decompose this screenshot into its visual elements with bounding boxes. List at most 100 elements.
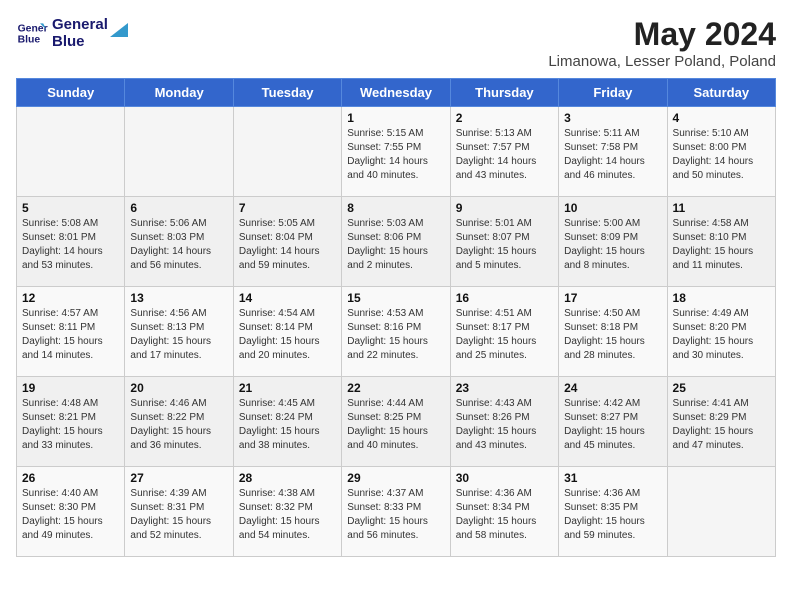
title-area: May 2024 Limanowa, Lesser Poland, Poland — [548, 16, 776, 70]
day-sun-info: Sunrise: 4:43 AMSunset: 8:26 PMDaylight:… — [456, 397, 553, 453]
day-number: 21 — [239, 381, 336, 395]
calendar-cell — [17, 107, 125, 197]
day-sun-info: Sunrise: 4:49 AMSunset: 8:20 PMDaylight:… — [673, 307, 770, 363]
day-sun-info: Sunrise: 4:46 AMSunset: 8:22 PMDaylight:… — [130, 397, 227, 453]
calendar-cell: 14 Sunrise: 4:54 AMSunset: 8:14 PMDayligh… — [233, 287, 341, 377]
day-number: 4 — [673, 111, 770, 125]
day-sun-info: Sunrise: 4:37 AMSunset: 8:33 PMDaylight:… — [347, 487, 444, 543]
day-number: 10 — [564, 201, 661, 215]
calendar-cell: 4 Sunrise: 5:10 AMSunset: 8:00 PMDaylight… — [667, 107, 775, 197]
logo-triangle-icon — [108, 17, 130, 39]
weekday-header-wednesday: Wednesday — [342, 79, 450, 107]
week-row-5: 26Sunrise: 4:40 AMSunset: 8:30 PMDayligh… — [17, 467, 776, 557]
day-sun-info: Sunrise: 4:57 AMSunset: 8:11 PMDaylight:… — [22, 307, 119, 363]
logo-general: General — [52, 16, 108, 33]
weekday-header-row: SundayMondayTuesdayWednesdayThursdayFrid… — [17, 79, 776, 107]
calendar-cell: 27Sunrise: 4:39 AMSunset: 8:31 PMDayligh… — [125, 467, 233, 557]
week-row-2: 5 Sunrise: 5:08 AMSunset: 8:01 PMDaylight… — [17, 197, 776, 287]
calendar-cell: 2 Sunrise: 5:13 AMSunset: 7:57 PMDaylight… — [450, 107, 558, 197]
day-number: 11 — [673, 201, 770, 215]
logo: General Blue General Blue — [16, 16, 130, 51]
day-number: 22 — [347, 381, 444, 395]
day-sun-info: Sunrise: 4:56 AMSunset: 8:13 PMDaylight:… — [130, 307, 227, 363]
day-sun-info: Sunrise: 4:45 AMSunset: 8:24 PMDaylight:… — [239, 397, 336, 453]
calendar-cell: 9Sunrise: 5:01 AMSunset: 8:07 PMDaylight… — [450, 197, 558, 287]
calendar-cell: 31Sunrise: 4:36 AMSunset: 8:35 PMDayligh… — [559, 467, 667, 557]
day-number: 27 — [130, 471, 227, 485]
day-sun-info: Sunrise: 5:05 AMSunset: 8:04 PMDaylight:… — [239, 217, 336, 273]
calendar-cell: 16 Sunrise: 4:51 AMSunset: 8:17 PMDayligh… — [450, 287, 558, 377]
day-number: 3 — [564, 111, 661, 125]
week-row-3: 12 Sunrise: 4:57 AMSunset: 8:11 PMDayligh… — [17, 287, 776, 377]
calendar-cell: 6Sunrise: 5:06 AMSunset: 8:03 PMDaylight… — [125, 197, 233, 287]
day-sun-info: Sunrise: 5:10 AMSunset: 8:00 PMDaylight:… — [673, 127, 770, 183]
day-number: 17 — [564, 291, 661, 305]
day-sun-info: Sunrise: 5:13 AMSunset: 7:57 PMDaylight:… — [456, 127, 553, 183]
day-sun-info: Sunrise: 4:53 AMSunset: 8:16 PMDaylight:… — [347, 307, 444, 363]
day-number: 6 — [130, 201, 227, 215]
calendar-cell: 13 Sunrise: 4:56 AMSunset: 8:13 PMDayligh… — [125, 287, 233, 377]
calendar-cell: 21 Sunrise: 4:45 AMSunset: 8:24 PMDayligh… — [233, 377, 341, 467]
day-number: 24 — [564, 381, 661, 395]
calendar-cell: 10Sunrise: 5:00 AMSunset: 8:09 PMDayligh… — [559, 197, 667, 287]
day-number: 16 — [456, 291, 553, 305]
day-sun-info: Sunrise: 4:44 AMSunset: 8:25 PMDaylight:… — [347, 397, 444, 453]
day-number: 1 — [347, 111, 444, 125]
weekday-header-monday: Monday — [125, 79, 233, 107]
calendar-cell: 17 Sunrise: 4:50 AMSunset: 8:18 PMDayligh… — [559, 287, 667, 377]
calendar-cell: 11 Sunrise: 4:58 AMSunset: 8:10 PMDayligh… — [667, 197, 775, 287]
day-number: 30 — [456, 471, 553, 485]
calendar-cell: 5 Sunrise: 5:08 AMSunset: 8:01 PMDaylight… — [17, 197, 125, 287]
day-number: 25 — [673, 381, 770, 395]
calendar-table: SundayMondayTuesdayWednesdayThursdayFrid… — [16, 78, 776, 557]
day-sun-info: Sunrise: 4:50 AMSunset: 8:18 PMDaylight:… — [564, 307, 661, 363]
day-sun-info: Sunrise: 5:01 AMSunset: 8:07 PMDaylight:… — [456, 217, 553, 273]
calendar-cell: 18 Sunrise: 4:49 AMSunset: 8:20 PMDayligh… — [667, 287, 775, 377]
weekday-header-thursday: Thursday — [450, 79, 558, 107]
svg-text:Blue: Blue — [18, 35, 41, 46]
calendar-cell: 23 Sunrise: 4:43 AMSunset: 8:26 PMDayligh… — [450, 377, 558, 467]
day-sun-info: Sunrise: 4:42 AMSunset: 8:27 PMDaylight:… — [564, 397, 661, 453]
calendar-cell: 19Sunrise: 4:48 AMSunset: 8:21 PMDayligh… — [17, 377, 125, 467]
day-sun-info: Sunrise: 4:58 AMSunset: 8:10 PMDaylight:… — [673, 217, 770, 273]
day-number: 29 — [347, 471, 444, 485]
day-number: 14 — [239, 291, 336, 305]
weekday-header-saturday: Saturday — [667, 79, 775, 107]
calendar-header: SundayMondayTuesdayWednesdayThursdayFrid… — [17, 79, 776, 107]
day-sun-info: Sunrise: 4:41 AMSunset: 8:29 PMDaylight:… — [673, 397, 770, 453]
calendar-cell — [233, 107, 341, 197]
calendar-cell: 30 Sunrise: 4:36 AMSunset: 8:34 PMDayligh… — [450, 467, 558, 557]
day-number: 12 — [22, 291, 119, 305]
day-number: 31 — [564, 471, 661, 485]
calendar-cell: 1 Sunrise: 5:15 AMSunset: 7:55 PMDaylight… — [342, 107, 450, 197]
week-row-4: 19Sunrise: 4:48 AMSunset: 8:21 PMDayligh… — [17, 377, 776, 467]
day-number: 13 — [130, 291, 227, 305]
calendar-cell: 29 Sunrise: 4:37 AMSunset: 8:33 PMDayligh… — [342, 467, 450, 557]
calendar-cell: 22 Sunrise: 4:44 AMSunset: 8:25 PMDayligh… — [342, 377, 450, 467]
day-number: 2 — [456, 111, 553, 125]
day-sun-info: Sunrise: 5:11 AMSunset: 7:58 PMDaylight:… — [564, 127, 661, 183]
day-number: 18 — [673, 291, 770, 305]
day-sun-info: Sunrise: 4:51 AMSunset: 8:17 PMDaylight:… — [456, 307, 553, 363]
calendar-cell — [125, 107, 233, 197]
logo-icon: General Blue — [16, 17, 48, 49]
weekday-header-tuesday: Tuesday — [233, 79, 341, 107]
day-sun-info: Sunrise: 5:08 AMSunset: 8:01 PMDaylight:… — [22, 217, 119, 273]
day-sun-info: Sunrise: 4:40 AMSunset: 8:30 PMDaylight:… — [22, 487, 119, 543]
calendar-cell: 8Sunrise: 5:03 AMSunset: 8:06 PMDaylight… — [342, 197, 450, 287]
day-sun-info: Sunrise: 5:15 AMSunset: 7:55 PMDaylight:… — [347, 127, 444, 183]
calendar-cell — [667, 467, 775, 557]
day-number: 28 — [239, 471, 336, 485]
day-number: 7 — [239, 201, 336, 215]
page-header: General Blue General Blue May 2024 Liman… — [16, 16, 776, 70]
calendar-cell: 28Sunrise: 4:38 AMSunset: 8:32 PMDayligh… — [233, 467, 341, 557]
day-sun-info: Sunrise: 4:54 AMSunset: 8:14 PMDaylight:… — [239, 307, 336, 363]
day-number: 20 — [130, 381, 227, 395]
location-subtitle: Limanowa, Lesser Poland, Poland — [548, 53, 776, 70]
day-number: 23 — [456, 381, 553, 395]
calendar-cell: 3 Sunrise: 5:11 AMSunset: 7:58 PMDaylight… — [559, 107, 667, 197]
weekday-header-friday: Friday — [559, 79, 667, 107]
day-number: 5 — [22, 201, 119, 215]
calendar-cell: 7 Sunrise: 5:05 AMSunset: 8:04 PMDaylight… — [233, 197, 341, 287]
day-sun-info: Sunrise: 4:36 AMSunset: 8:34 PMDaylight:… — [456, 487, 553, 543]
